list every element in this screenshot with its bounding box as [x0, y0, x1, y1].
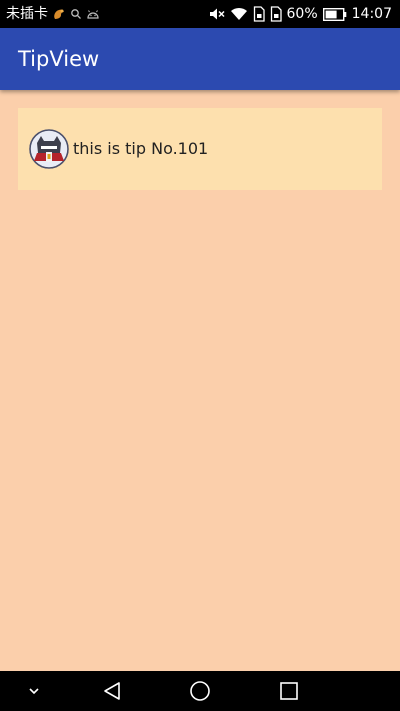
- status-bar-right: 60% 14:07: [209, 0, 392, 28]
- mute-icon: [209, 7, 225, 21]
- sim-icon: [253, 6, 265, 22]
- app-title: TipView: [18, 47, 100, 71]
- battery-icon: [322, 7, 347, 21]
- status-bar-left: 未插卡: [6, 0, 100, 28]
- navigation-bar: [0, 671, 400, 711]
- carrier-label: 未插卡: [6, 6, 48, 22]
- recents-icon[interactable]: [275, 671, 303, 711]
- android-icon: [86, 8, 100, 20]
- chevron-down-icon[interactable]: [22, 671, 46, 711]
- tip-view[interactable]: this is tip No.101: [18, 108, 382, 190]
- wifi-icon: [230, 7, 248, 21]
- app-bar: TipView: [0, 28, 400, 90]
- tip-text: this is tip No.101: [73, 139, 209, 158]
- notification-icon: [52, 7, 66, 21]
- clock: 14:07: [351, 6, 392, 22]
- back-icon[interactable]: [98, 671, 126, 711]
- search-icon: [70, 8, 82, 20]
- battery-percent: 60%: [286, 6, 318, 22]
- avatar-icon: [29, 129, 69, 169]
- sim-icon: [270, 6, 282, 22]
- home-icon[interactable]: [186, 671, 214, 711]
- status-bar: 未插卡 60% 14:07: [0, 0, 400, 28]
